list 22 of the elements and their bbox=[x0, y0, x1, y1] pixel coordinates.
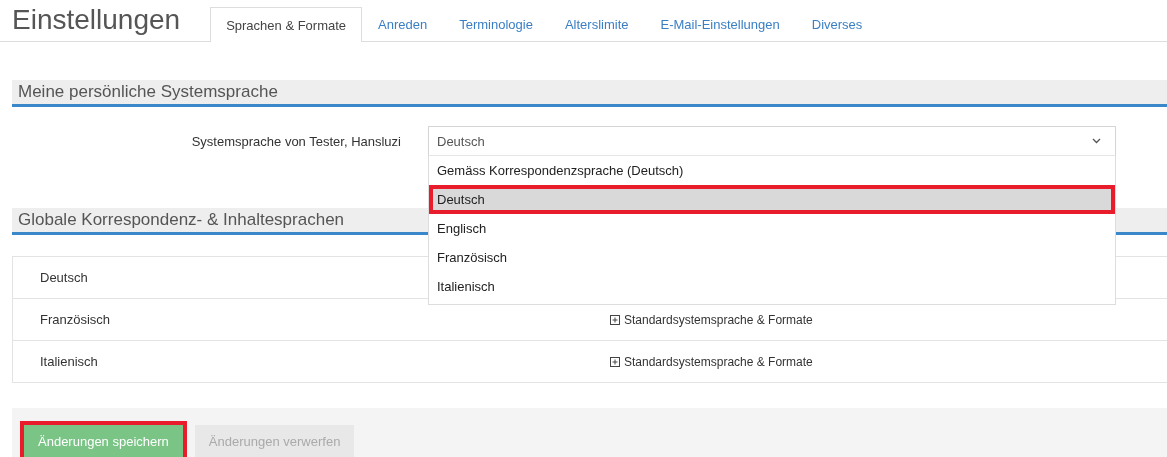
tab[interactable]: E-Mail-Einstellungen bbox=[644, 7, 796, 41]
table-cell-text: Italienisch bbox=[39, 354, 99, 369]
dropdown-option[interactable]: Deutsch bbox=[429, 185, 1115, 214]
dropdown-option[interactable]: Gemäss Korrespondenzsprache (Deutsch) bbox=[429, 156, 1115, 185]
expand-link[interactable]: Standardsystemsprache & Formate bbox=[610, 354, 813, 369]
tab[interactable]: Alterslimite bbox=[548, 7, 645, 41]
field-label: Systemsprache von Tester, Hansluzi bbox=[190, 133, 402, 149]
expand-link[interactable]: Standardsystemsprache & Formate bbox=[610, 312, 813, 327]
language-select[interactable]: Deutsch bbox=[428, 126, 1116, 156]
page-title: Einstellungen bbox=[12, 3, 181, 37]
table-cell-text: Französisch bbox=[39, 312, 112, 327]
tab[interactable]: Sprachen & Formate bbox=[210, 7, 363, 42]
dropdown-option[interactable]: Italienisch bbox=[429, 272, 1115, 301]
table-cell-text: Deutsch bbox=[39, 270, 89, 285]
plus-square-icon bbox=[610, 356, 620, 367]
section-header: Meine persönliche Systemsprache bbox=[12, 80, 1167, 107]
tab[interactable]: Anreden bbox=[362, 7, 444, 41]
chevron-down-icon bbox=[1092, 138, 1101, 144]
plus-square-icon bbox=[610, 314, 620, 325]
tab[interactable]: Diverses bbox=[795, 7, 879, 41]
tab[interactable]: Terminologie bbox=[443, 7, 549, 41]
dropdown-option[interactable]: Französisch bbox=[429, 243, 1115, 272]
